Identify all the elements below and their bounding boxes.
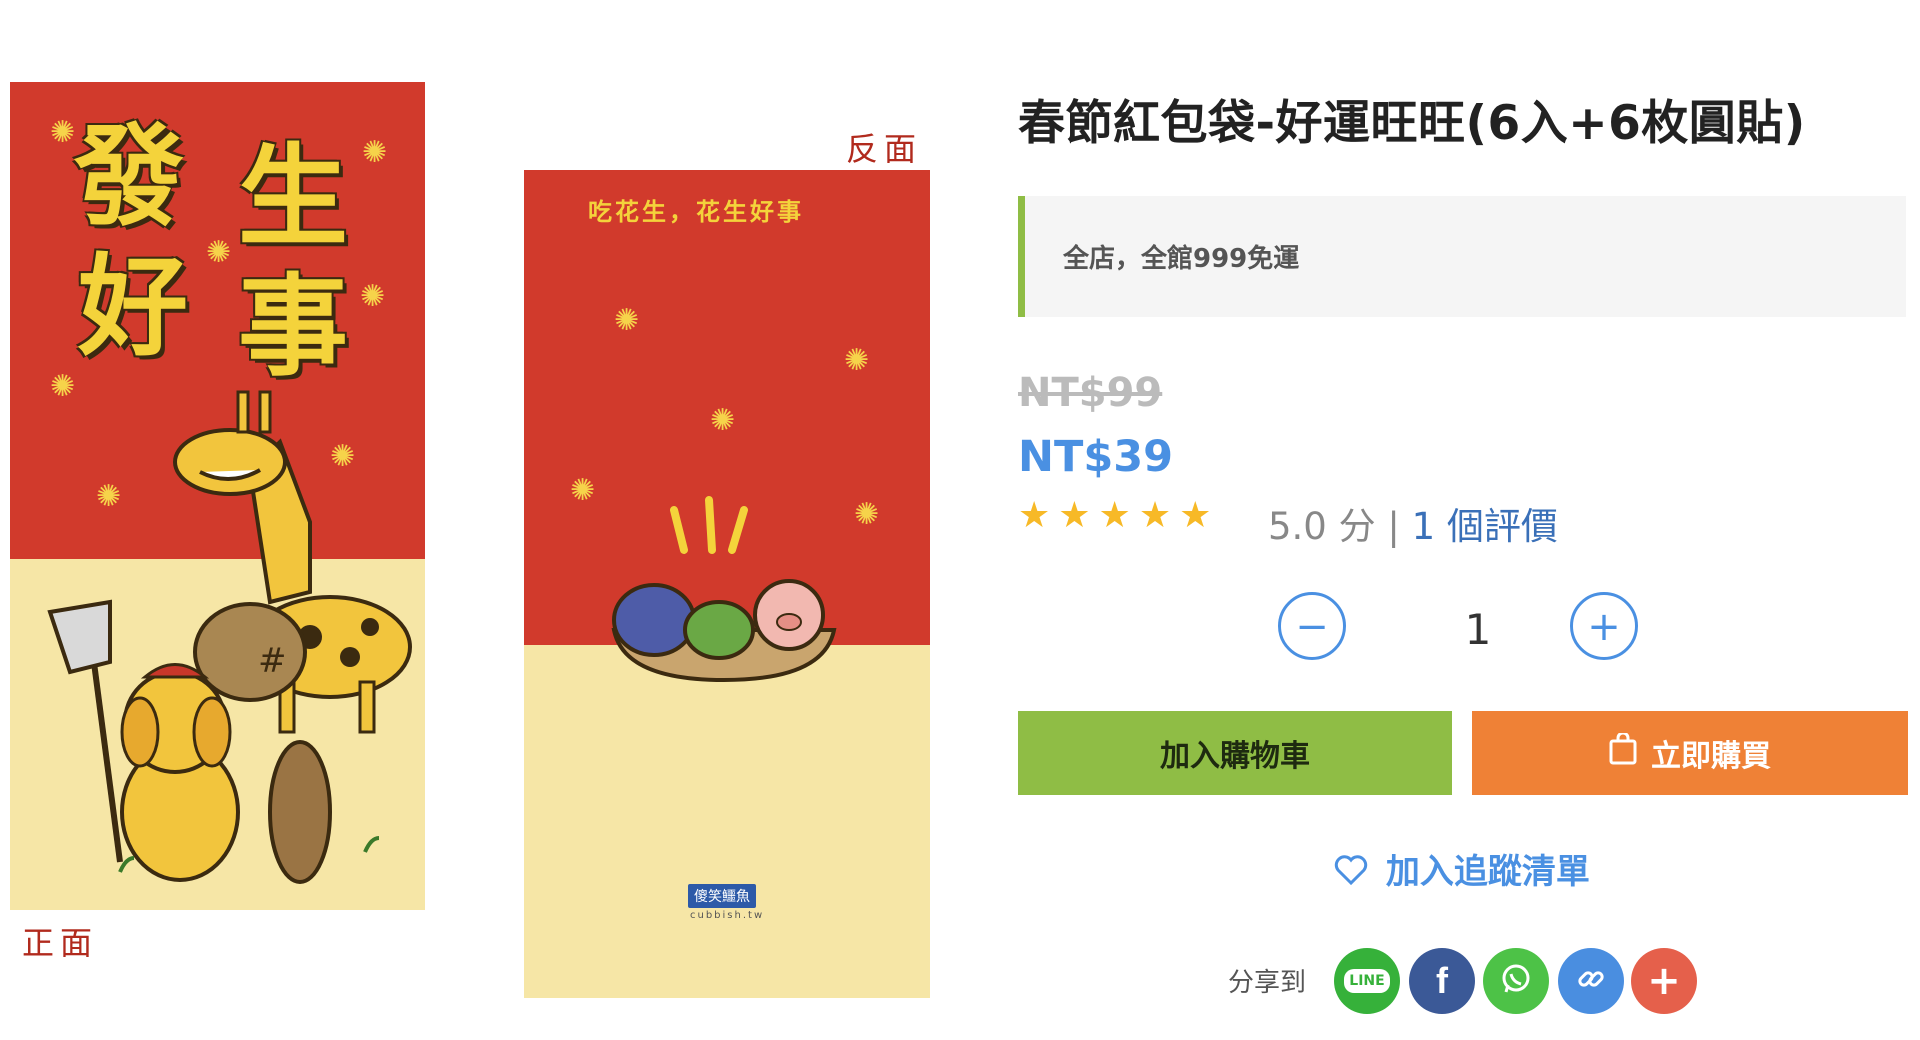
rating-summary: 5.0 分 | 1 個評價 xyxy=(1268,496,1558,550)
envelope-cream-area xyxy=(524,645,930,998)
product-gallery: 發 生 好 事 ✺ ✺ ✺ ✺ ✺ ✺ ✺ # 正面 反面 吃花生，花生好事 ✺… xyxy=(0,0,1000,1040)
original-price: NT$99 xyxy=(1018,370,1163,416)
heart-icon xyxy=(1334,854,1368,894)
giraffe-dog-illustration: # xyxy=(47,390,412,884)
review-count-link[interactable]: 1 個評價 xyxy=(1412,505,1558,548)
link-icon xyxy=(1576,964,1606,998)
quantity-value[interactable]: 1 xyxy=(1448,605,1508,654)
share-whatsapp-button[interactable] xyxy=(1483,948,1549,1014)
quantity-increase-button[interactable]: + xyxy=(1570,592,1638,660)
product-title: 春節紅包袋-好運旺旺(6入+6枚圓貼) xyxy=(1018,96,1806,151)
sparkle-icon: ✺ xyxy=(206,235,232,270)
brand-subtext: cubbish.tw xyxy=(690,910,765,921)
rating-separator: | xyxy=(1387,505,1400,548)
whatsapp-icon xyxy=(1499,962,1533,1000)
buy-now-label: 立即購買 xyxy=(1651,739,1771,774)
calligraphy-char: 事 xyxy=(238,263,348,391)
calligraphy-char: 好 xyxy=(78,243,188,371)
quantity-decrease-button[interactable]: − xyxy=(1278,592,1346,660)
facebook-icon: f xyxy=(1436,960,1448,1001)
share-more-button[interactable]: + xyxy=(1631,948,1697,1014)
calligraphy-char: 生 xyxy=(238,133,348,261)
sparkle-icon: ✺ xyxy=(362,135,388,170)
sparkle-icon: ✺ xyxy=(360,279,386,314)
add-to-cart-button[interactable]: 加入購物車 xyxy=(1018,711,1452,795)
add-to-wishlist-link[interactable]: 加入追蹤清單 xyxy=(1334,844,1590,894)
peanut-friends-illustration xyxy=(611,496,837,683)
back-slogan: 吃花生，花生好事 xyxy=(588,198,804,226)
copy-link-button[interactable] xyxy=(1558,948,1624,1014)
sparkle-icon: ✺ xyxy=(570,473,596,508)
sparkle-icon: ✺ xyxy=(854,497,880,532)
sparkle-icon: ✺ xyxy=(844,343,870,378)
promo-banner: 全店，全館999免運 xyxy=(1018,196,1906,317)
promo-text: 全店，全館999免運 xyxy=(1063,244,1300,274)
shopping-bag-icon xyxy=(1609,731,1637,773)
product-info: 春節紅包袋-好運旺旺(6入+6枚圓貼) 全店，全館999免運 NT$99 NT$… xyxy=(1018,0,1908,1040)
share-facebook-button[interactable]: f xyxy=(1409,948,1475,1014)
add-to-cart-label: 加入購物車 xyxy=(1160,739,1310,774)
plus-icon: + xyxy=(1647,958,1681,1004)
sparkle-icon: ✺ xyxy=(614,303,640,338)
buy-now-button[interactable]: 立即購買 xyxy=(1472,711,1908,795)
line-icon: LINE xyxy=(1344,969,1390,993)
back-label: 反面 xyxy=(846,130,923,168)
brand-tag: 傻笑鱷魚 xyxy=(688,884,756,908)
wishlist-label: 加入追蹤清單 xyxy=(1385,852,1590,892)
rating-stars: ★★★★★ xyxy=(1018,495,1220,536)
back-envelope-image[interactable]: 吃花生，花生好事 ✺ ✺ ✺ ✺ ✺ 傻笑鱷魚 cubbish.tw xyxy=(524,170,930,998)
share-label: 分享到 xyxy=(1228,968,1307,998)
svg-text:#: # xyxy=(258,641,287,681)
sale-price: NT$39 xyxy=(1018,432,1174,482)
share-line-button[interactable]: LINE xyxy=(1334,948,1400,1014)
sparkle-icon: ✺ xyxy=(710,403,736,438)
calligraphy-char: 發 xyxy=(74,113,184,241)
sparkle-icon: ✺ xyxy=(50,115,76,150)
front-label: 正面 xyxy=(22,924,99,962)
front-envelope-image[interactable]: 發 生 好 事 ✺ ✺ ✺ ✺ ✺ ✺ ✺ # xyxy=(10,82,425,910)
rating-score: 5.0 分 xyxy=(1268,505,1376,548)
